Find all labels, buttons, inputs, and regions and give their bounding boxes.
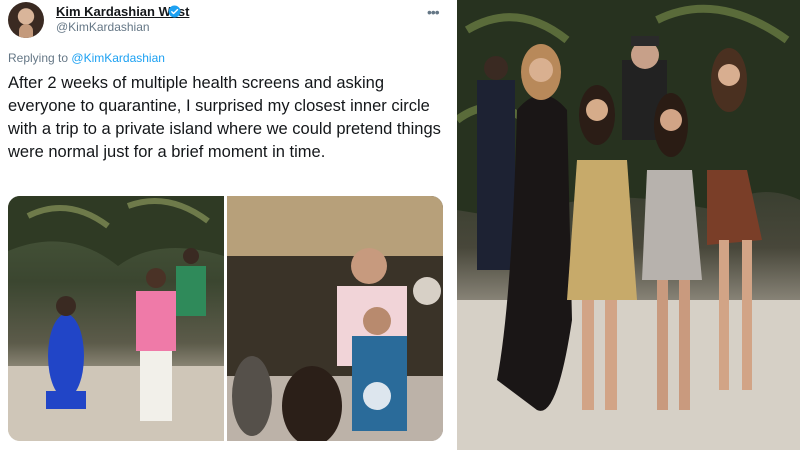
tweet-media[interactable] [8, 196, 443, 441]
photo-1-scene [8, 196, 224, 441]
replying-prefix: Replying to [8, 51, 69, 65]
photo-2-scene [227, 196, 443, 441]
verified-badge-icon [168, 5, 181, 18]
tweet-text: After 2 weeks of multiple health screens… [8, 74, 441, 161]
tweet-card: Kim Kardashian West @KimKardashian ••• R… [0, 0, 455, 450]
media-photo-2[interactable] [227, 196, 443, 441]
avatar[interactable] [8, 2, 44, 38]
group-photo[interactable] [457, 0, 800, 450]
replying-to: Replying to @KimKardashian [8, 51, 165, 65]
group-photo-scene [457, 0, 800, 450]
media-photo-1[interactable] [8, 196, 224, 441]
user-handle[interactable]: @KimKardashian [56, 20, 150, 34]
replying-to-link[interactable]: @KimKardashian [71, 51, 165, 65]
more-options-icon[interactable]: ••• [427, 4, 440, 20]
